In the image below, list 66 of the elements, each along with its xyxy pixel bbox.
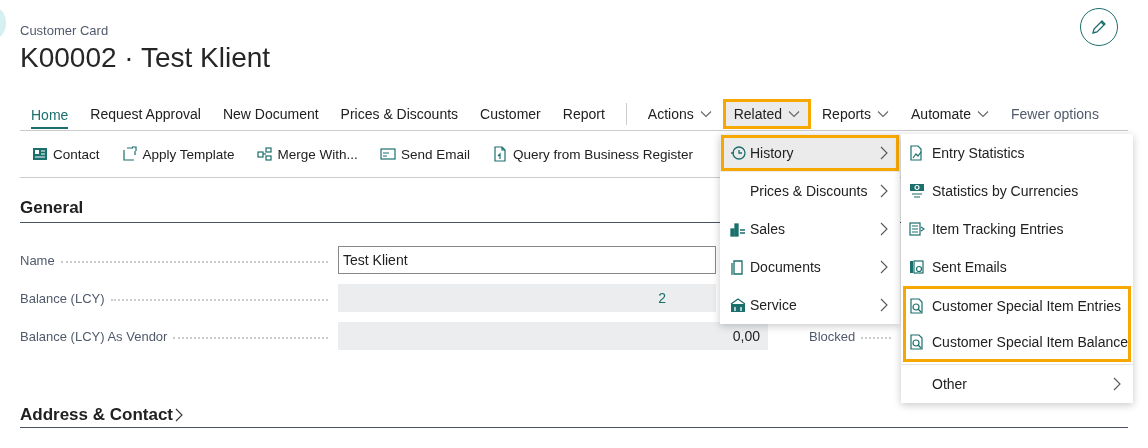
toolbar-button[interactable]: Contact — [32, 146, 122, 162]
action-tab[interactable]: Related — [722, 99, 811, 129]
action-tab[interactable]: Customer — [469, 99, 552, 129]
menu-item[interactable]: Prices & Discounts — [720, 172, 900, 210]
menu-item[interactable]: Customer Special Item Balance — [903, 324, 1131, 360]
chevron-right-icon — [880, 260, 888, 274]
input-field[interactable]: Test Klient — [338, 246, 716, 274]
chevron-right-icon — [880, 298, 888, 312]
section-title: General — [20, 198, 85, 219]
menu-item[interactable]: Sales — [720, 210, 900, 248]
toolbar-button[interactable]: Merge With... — [256, 146, 380, 162]
email-list-icon — [909, 259, 925, 275]
fewer-options-link[interactable]: Fewer options — [999, 99, 1110, 129]
toolbar-button[interactable]: Apply Template — [121, 146, 257, 162]
action-tab[interactable]: Prices & Discounts — [329, 99, 470, 129]
chevron-down-icon — [976, 110, 989, 118]
merge-icon — [256, 146, 273, 162]
chevron-down-icon — [699, 110, 712, 118]
chevron-down-icon — [788, 110, 800, 118]
search-document-icon — [909, 334, 925, 350]
action-tab[interactable]: Reports — [811, 99, 900, 129]
menu-item[interactable]: History — [720, 134, 900, 172]
toolbar-button[interactable]: Send Email — [379, 146, 492, 162]
field-label: Balance (LCY) As Vendor — [20, 328, 168, 344]
menu-item[interactable]: Customer Special Item Entries — [903, 288, 1131, 324]
chevron-right-icon — [1113, 377, 1121, 391]
email-icon — [379, 146, 396, 162]
chart-icon — [730, 221, 746, 237]
field-label: Balance (LCY) — [20, 290, 105, 306]
input-field[interactable]: 0,00 — [338, 322, 768, 350]
menu-item[interactable]: Sent Emails — [901, 248, 1133, 286]
search-document-icon — [909, 298, 925, 314]
chevron-right-icon — [880, 146, 888, 160]
field-label: Name — [20, 252, 55, 268]
input-field[interactable]: 2 — [338, 284, 716, 312]
section-title[interactable]: Address & Contact — [20, 405, 184, 425]
chevron-right-icon — [880, 222, 888, 236]
action-tab[interactable]: Actions — [636, 99, 723, 129]
chevron-right-icon — [175, 408, 184, 422]
menu-item[interactable]: Documents — [720, 248, 900, 286]
toolbar-button[interactable]: Query from Business Register — [491, 146, 715, 162]
breadcrumb: Customer Card — [20, 22, 109, 38]
action-tab[interactable]: Home — [31, 99, 69, 129]
list-icon — [909, 221, 925, 237]
action-tab[interactable]: New Document — [211, 99, 330, 129]
edit-button[interactable] — [1080, 8, 1118, 46]
field-label: Blocked — [809, 328, 856, 344]
contact-card-icon — [32, 146, 48, 162]
action-tab[interactable]: Request Approval — [79, 99, 212, 129]
statistics-icon — [909, 145, 925, 161]
action-tab[interactable]: Automate — [900, 99, 1000, 129]
menu-item[interactable]: Statistics by Currencies — [901, 172, 1133, 210]
chevron-down-icon — [877, 110, 889, 118]
action-tab[interactable]: Report — [551, 99, 616, 129]
page-title: K00002 · Test Klient — [20, 42, 272, 75]
chevron-right-icon — [880, 184, 888, 198]
currency-icon — [909, 183, 925, 199]
history-icon — [730, 145, 746, 161]
pencil-icon — [1090, 18, 1108, 36]
menu-item[interactable]: Other — [901, 365, 1133, 403]
menu-item[interactable]: Service — [720, 286, 900, 324]
service-icon — [730, 297, 746, 313]
menu-item[interactable]: Item Tracking Entries — [901, 210, 1133, 248]
document-icon — [730, 259, 746, 275]
menu-item[interactable]: Entry Statistics — [901, 134, 1133, 172]
document-icon — [491, 146, 508, 162]
